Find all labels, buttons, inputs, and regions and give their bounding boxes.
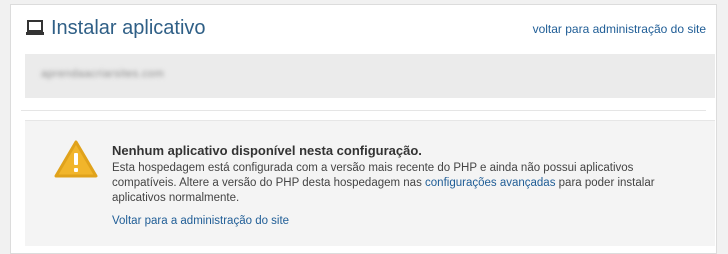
back-to-admin-link[interactable]: voltar para administração do site: [533, 22, 706, 36]
domain-bar: aprendaacriarsites.com: [25, 54, 715, 98]
install-app-card: Instalar aplicativo voltar para administ…: [10, 4, 717, 254]
back-to-admin-bottom-link[interactable]: Voltar para a administração do site: [112, 215, 289, 227]
page-title: Instalar aplicativo: [51, 17, 206, 39]
divider: [21, 110, 706, 111]
advanced-settings-link[interactable]: configurações avançadas: [425, 177, 555, 189]
warning-icon: [53, 139, 99, 179]
domain-text: aprendaacriarsites.com: [41, 68, 165, 80]
warning-alert: Nenhum aplicativo disponível nesta confi…: [25, 120, 715, 246]
title-wrap: Instalar aplicativo: [25, 17, 206, 39]
laptop-icon: [25, 20, 45, 36]
alert-title: Nenhum aplicativo disponível nesta confi…: [112, 143, 422, 158]
alert-body: Esta hospedagem está configurada com a v…: [112, 161, 692, 206]
page-header: Instalar aplicativo voltar para administ…: [11, 5, 716, 49]
